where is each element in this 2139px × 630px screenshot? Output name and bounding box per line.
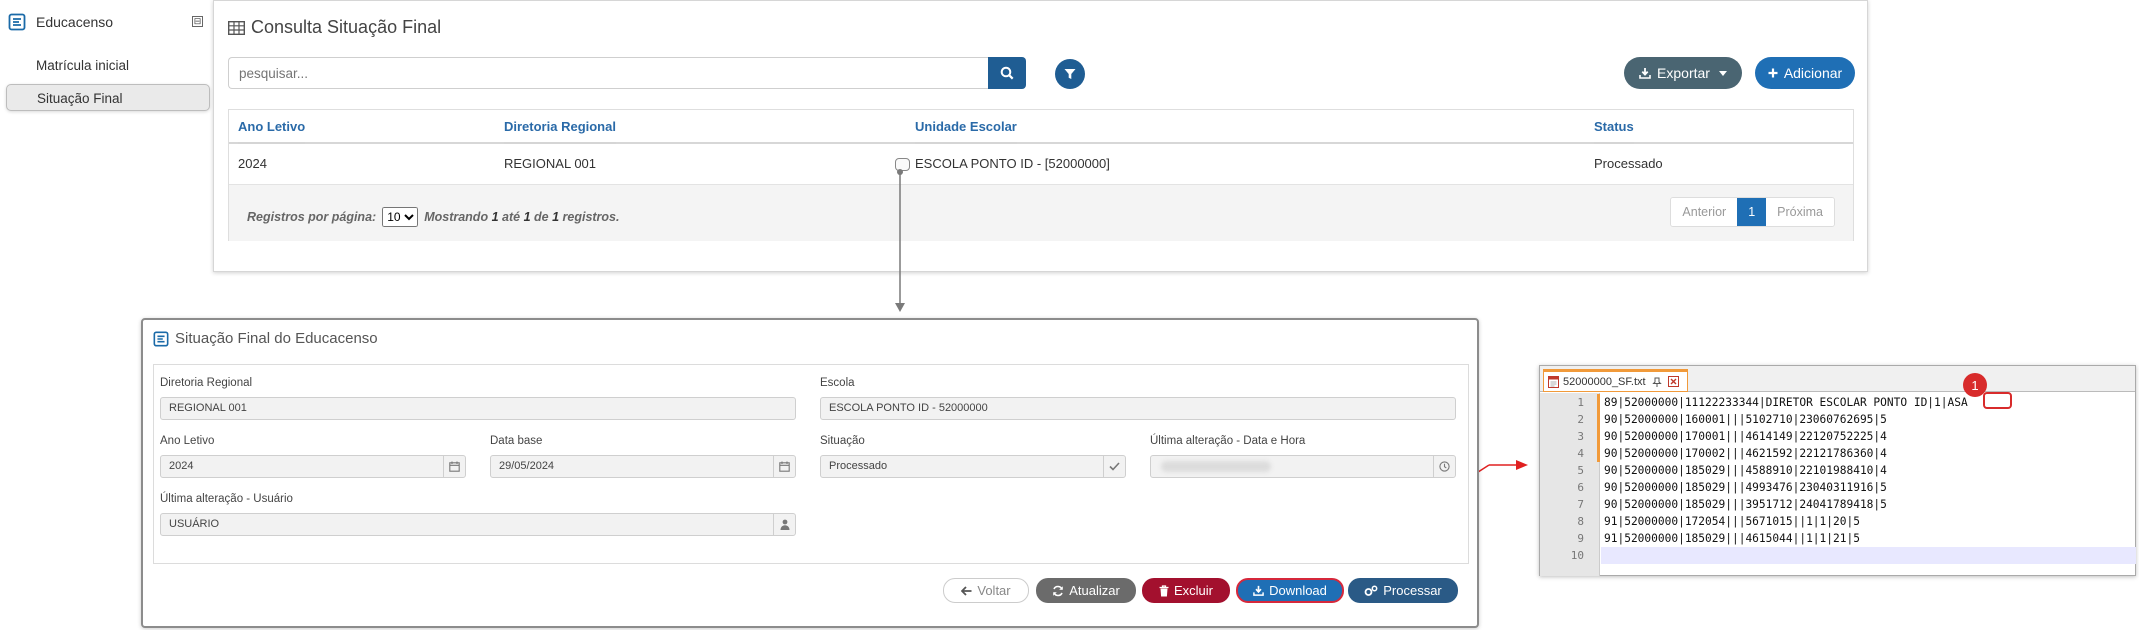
line-number: 8: [1577, 515, 1584, 528]
calendar-icon[interactable]: [443, 456, 465, 477]
excluir-label: Excluir: [1173, 583, 1213, 598]
detail-title: Situação Final do Educacenso: [153, 330, 378, 347]
field-data-base[interactable]: 29/05/2024: [490, 455, 796, 478]
refresh-icon: [1053, 585, 1064, 596]
line-number: 6: [1577, 481, 1584, 494]
modified-lines-marker: [1597, 394, 1600, 462]
atualizar-button[interactable]: Atualizar: [1036, 578, 1136, 603]
field-ano-letivo[interactable]: 2024: [160, 455, 466, 478]
annotation-highlight-box: [1983, 392, 2012, 409]
field-diretoria[interactable]: REGIONAL 001: [160, 397, 796, 420]
line-number: 9: [1577, 532, 1584, 545]
editor-tabbar: 52000000_SF.txt: [1540, 366, 2135, 392]
clock-icon: [1433, 456, 1455, 477]
label-situacao: Situação: [820, 435, 865, 447]
label-ano-letivo: Ano Letivo: [160, 435, 215, 447]
field-escola[interactable]: ESCOLA PONTO ID - 52000000: [820, 397, 1456, 420]
code-line: 90|52000000|185029|||3951712|24041789418…: [1604, 498, 1887, 511]
code-line: 90|52000000|170001|||4614149|22120752225…: [1604, 430, 1887, 443]
blurred-datetime: [1161, 461, 1271, 472]
code-line: 91|52000000|172054|||5671015||1|1|20|5: [1604, 515, 1860, 528]
voltar-button[interactable]: Voltar: [943, 578, 1029, 603]
code-line: 90|52000000|160001|||5102710|23060762695…: [1604, 413, 1887, 426]
line-number: 3: [1577, 430, 1584, 443]
line-number: 10: [1570, 549, 1584, 562]
line-number: 2: [1577, 413, 1584, 426]
line-number: 7: [1577, 498, 1584, 511]
download-label: Download: [1269, 583, 1327, 598]
pin-icon[interactable]: [1651, 377, 1662, 387]
editor-tab-name: 52000000_SF.txt: [1563, 375, 1646, 388]
line-number: 1: [1577, 396, 1584, 409]
code-line: 90|52000000|170002|||4621592|22121786360…: [1604, 447, 1887, 460]
label-data-base: Data base: [490, 435, 543, 447]
code-line: 89|52000000|11122233344|DIRETOR ESCOLAR …: [1604, 396, 1968, 409]
code-line: 90|52000000|185029|||4993476|23040311916…: [1604, 481, 1887, 494]
voltar-label: Voltar: [977, 583, 1011, 598]
close-icon[interactable]: [1667, 376, 1679, 387]
processar-button[interactable]: Processar: [1348, 578, 1458, 603]
field-ultima-usuario-value: USUÁRIO: [169, 518, 220, 530]
line-number: 4: [1577, 447, 1584, 460]
processar-label: Processar: [1383, 583, 1442, 598]
editor-content[interactable]: 89|52000000|11122233344|DIRETOR ESCOLAR …: [1604, 394, 2132, 564]
calendar-icon[interactable]: [773, 456, 795, 477]
file-icon: [1548, 375, 1559, 388]
download-button[interactable]: Download: [1236, 578, 1344, 603]
detail-form: Diretoria Regional REGIONAL 001 Escola E…: [153, 364, 1469, 564]
label-diretoria: Diretoria Regional: [160, 377, 253, 389]
download-arrowhead: [1516, 460, 1528, 470]
field-situacao-value: Processado: [829, 460, 888, 472]
field-ultima-data[interactable]: [1150, 455, 1456, 478]
field-data-base-value: 29/05/2024: [499, 460, 555, 472]
check-icon: [1103, 456, 1125, 477]
label-escola: Escola: [820, 377, 855, 389]
trash-icon: [1159, 584, 1169, 596]
atualizar-label: Atualizar: [1069, 583, 1120, 598]
field-situacao[interactable]: Processado: [820, 455, 1126, 478]
arrow-left-icon: [961, 585, 972, 596]
detail-title-text: Situação Final do Educacenso: [175, 330, 378, 347]
code-line: 90|52000000|185029|||4588910|22101988410…: [1604, 464, 1887, 477]
detail-panel: Situação Final do Educacenso Diretoria R…: [141, 318, 1479, 628]
editor-tab[interactable]: 52000000_SF.txt: [1543, 369, 1688, 392]
label-ultima-data: Última alteração - Data e Hora: [1150, 435, 1306, 447]
line-numbers: 1 2 3 4 5 6 7 8 9 10: [1540, 394, 1584, 564]
field-ano-letivo-value: 2024: [169, 460, 194, 472]
excluir-button[interactable]: Excluir: [1142, 578, 1230, 603]
line-number: 5: [1577, 464, 1584, 477]
user-icon: [773, 514, 795, 535]
field-ultima-usuario[interactable]: USUÁRIO: [160, 513, 796, 536]
code-line: 91|52000000|185029|||4615044||1|1|21|5: [1604, 532, 1860, 545]
text-editor: 52000000_SF.txt 1 2 3 4 5 6 7 8 9 10 89|…: [1539, 365, 2136, 576]
download-icon: [1253, 585, 1264, 596]
gears-icon: [1364, 585, 1378, 596]
label-ultima-usuario: Última alteração - Usuário: [160, 493, 293, 505]
connector-dot: [897, 169, 903, 175]
connector-arrowhead: [895, 303, 905, 312]
educacenso-logo-icon: [153, 331, 169, 347]
